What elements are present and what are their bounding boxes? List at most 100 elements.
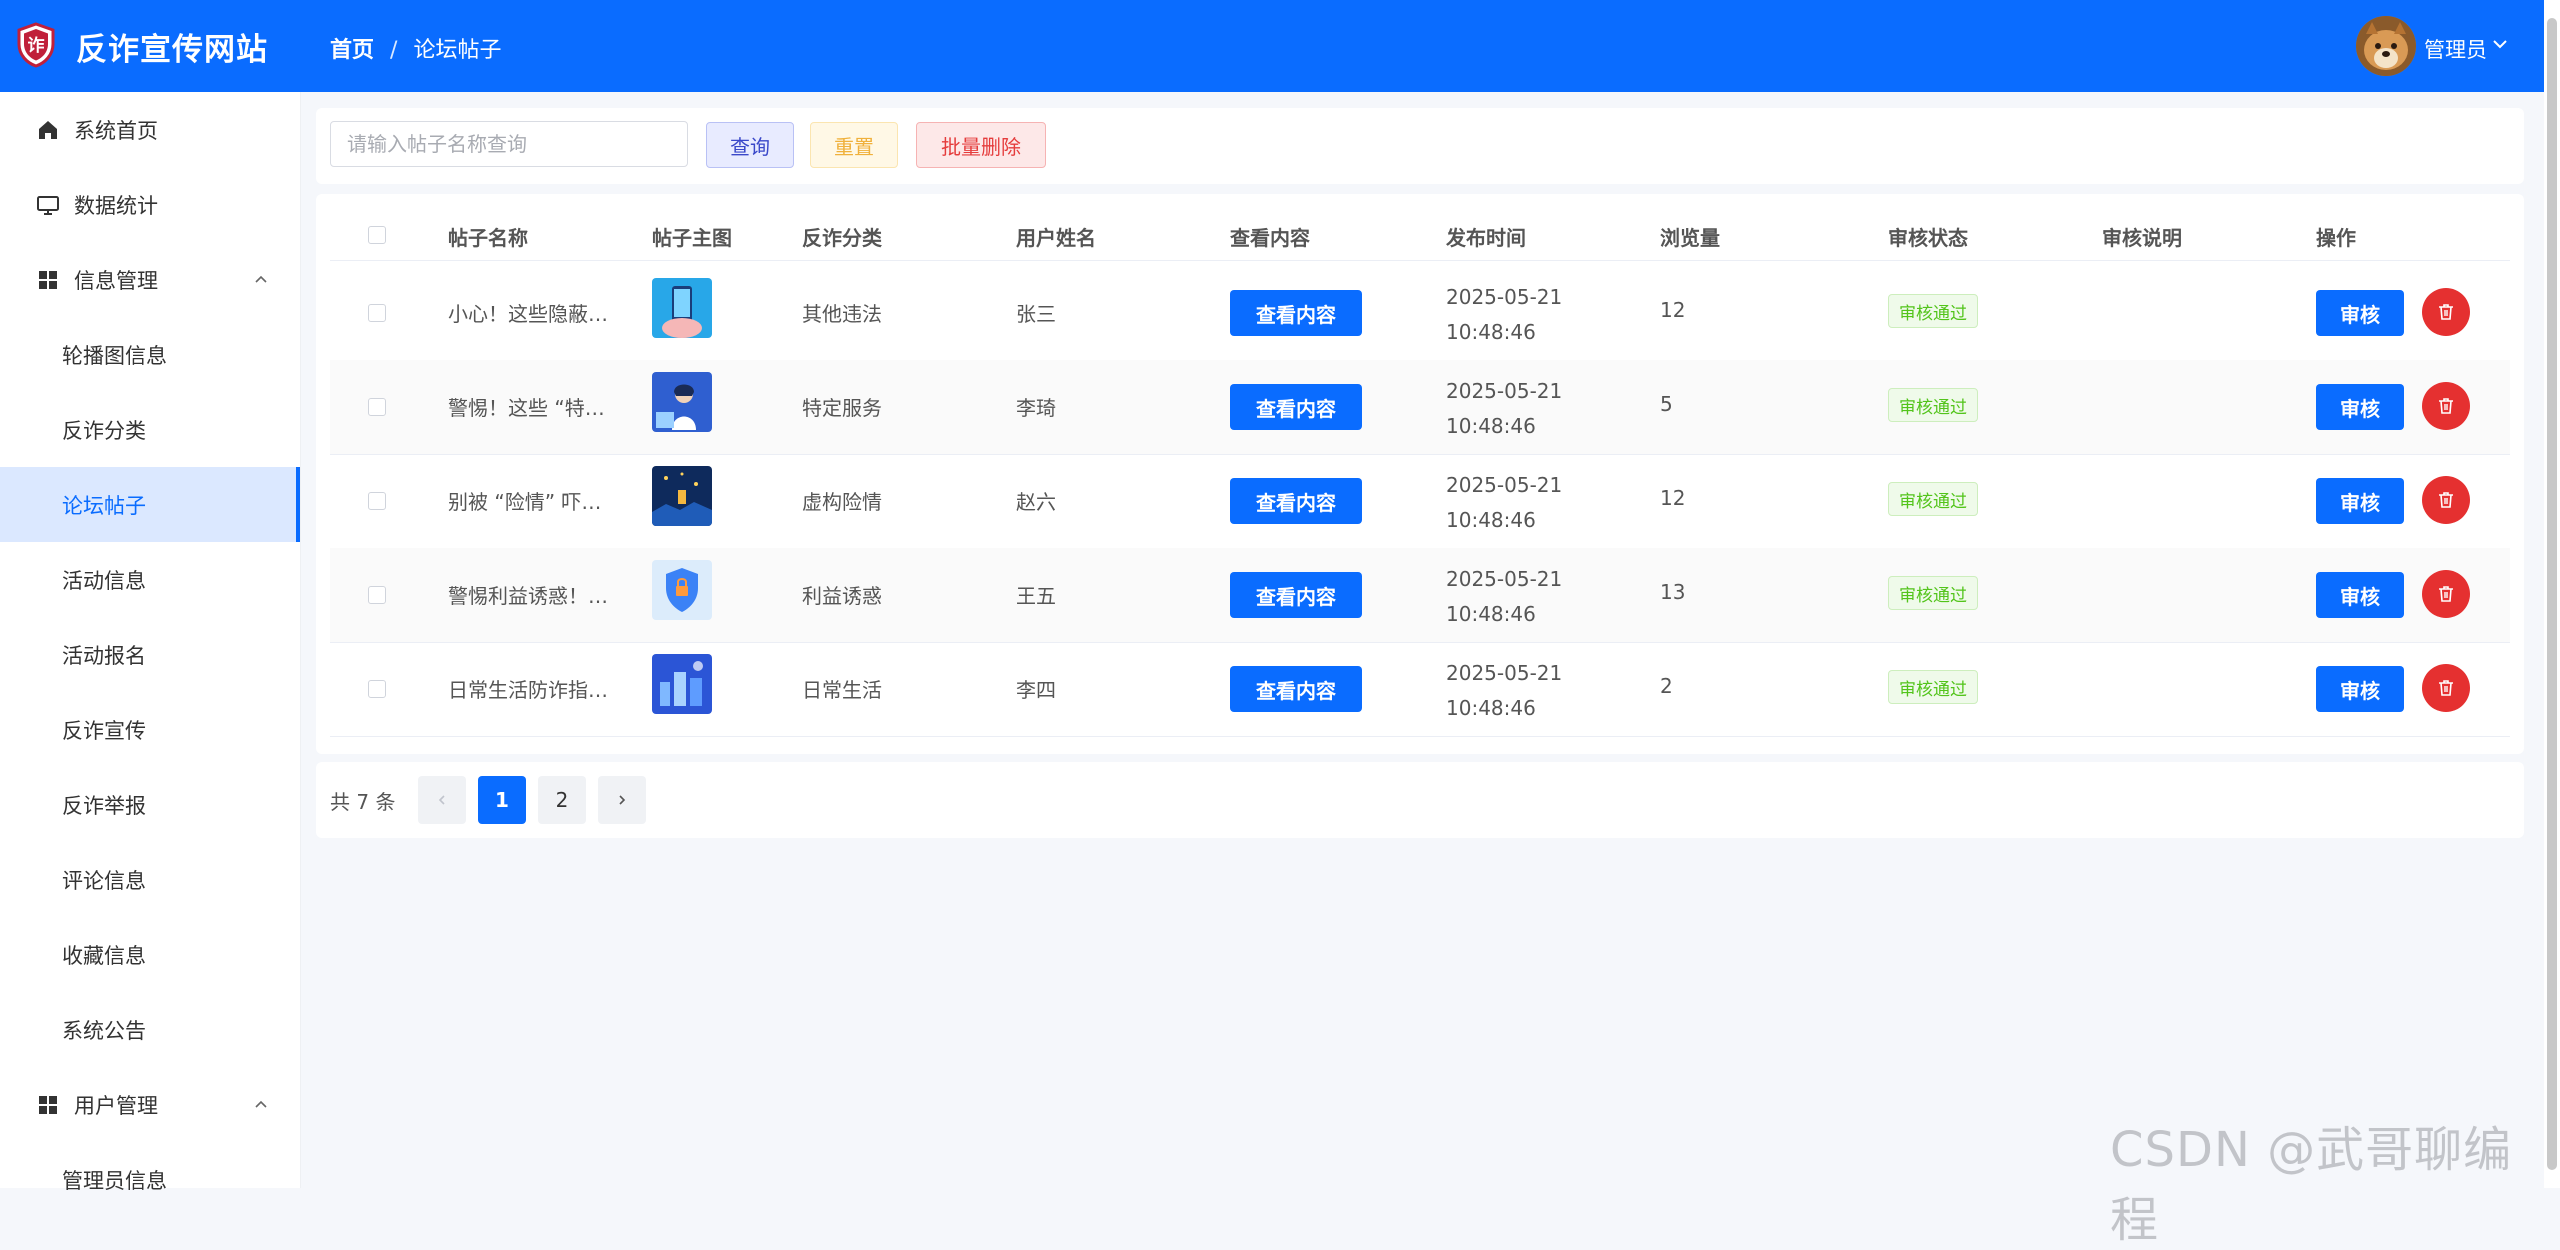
sidebar-item-carousel[interactable]: 轮播图信息 [0,317,300,392]
view-count: 12 [1660,486,1686,510]
next-page-button[interactable] [598,776,646,824]
column-header-audit-status: 审核状态 [1888,226,1968,250]
publish-clock: 10:48:46 [1446,696,1536,720]
post-user: 李琦 [1016,396,1056,420]
sidebar-group-user-management[interactable]: 用户管理 [0,1067,300,1142]
site-title: 反诈宣传网站 [76,32,268,68]
sidebar-group-info-management[interactable]: 信息管理 [0,242,300,317]
sidebar-item-forum-posts[interactable]: 论坛帖子 [0,467,300,542]
audit-button[interactable]: 审核 [2316,290,2404,336]
batch-delete-button[interactable]: 批量删除 [916,122,1046,168]
breadcrumb: 首页 / 论坛帖子 [330,32,501,64]
view-content-button[interactable]: 查看内容 [1230,384,1362,430]
sidebar-item-label: 用户管理 [74,1093,158,1118]
sidebar-item-reports[interactable]: 反诈举报 [0,767,300,842]
page-button-1[interactable]: 1 [478,776,526,824]
delete-button[interactable] [2422,288,2470,336]
sidebar-item-label: 活动信息 [62,568,146,593]
grid-icon [39,1095,57,1114]
chevron-left-icon [438,795,445,805]
monitor-icon [37,195,59,215]
sidebar-item-activities[interactable]: 活动信息 [0,542,300,617]
row-checkbox[interactable] [368,492,386,510]
chevron-down-icon[interactable] [2490,34,2510,54]
publish-clock: 10:48:46 [1446,414,1536,438]
column-header-image: 帖子主图 [652,226,732,250]
sidebar-item-category[interactable]: 反诈分类 [0,392,300,467]
trash-icon [2439,680,2453,696]
view-count: 5 [1660,392,1673,416]
table-header: 帖子名称 帖子主图 反诈分类 用户姓名 查看内容 发布时间 浏览量 审核状态 审… [330,208,2510,261]
sidebar-item-label: 系统公告 [62,1018,146,1043]
row-checkbox[interactable] [368,586,386,604]
publish-time: 2025-05-21 10:48:46 [1446,280,1562,350]
column-header-publish-time: 发布时间 [1446,226,1526,250]
query-button[interactable]: 查询 [706,122,794,168]
column-header-category: 反诈分类 [802,226,882,250]
view-content-button[interactable]: 查看内容 [1230,290,1362,336]
audit-button[interactable]: 审核 [2316,572,2404,618]
post-thumbnail[interactable] [652,278,712,338]
delete-button[interactable] [2422,664,2470,712]
prev-page-button[interactable] [418,776,466,824]
sidebar-item-publicity[interactable]: 反诈宣传 [0,692,300,767]
home-icon [39,120,57,139]
svg-text:诈: 诈 [28,36,45,56]
column-header-post-name: 帖子名称 [448,226,528,250]
audit-button[interactable]: 审核 [2316,666,2404,712]
service-woman-image-icon [652,372,712,432]
post-user: 王五 [1016,584,1056,608]
post-thumbnail[interactable] [652,372,712,432]
delete-button[interactable] [2422,476,2470,524]
post-thumbnail[interactable] [652,466,712,526]
sidebar-item-activity-signup[interactable]: 活动报名 [0,617,300,692]
sidebar-item-label: 轮播图信息 [62,343,167,368]
table-row: 别被 “险情” 吓… 虚构险情 赵六 查看内容 2025-05-21 10:48:… [330,454,2510,549]
audit-button[interactable]: 审核 [2316,384,2404,430]
chevron-right-icon [619,795,626,805]
sidebar-item-label: 反诈举报 [62,793,146,818]
night-scene-image-icon [652,466,712,526]
audit-button[interactable]: 审核 [2316,478,2404,524]
grid-icon [39,270,57,289]
view-content-button[interactable]: 查看内容 [1230,666,1362,712]
delete-button[interactable] [2422,382,2470,430]
view-content-button[interactable]: 查看内容 [1230,572,1362,618]
post-thumbnail[interactable] [652,560,712,620]
publish-clock: 10:48:46 [1446,602,1536,626]
sidebar-item-label: 评论信息 [62,868,146,893]
delete-button[interactable] [2422,570,2470,618]
sidebar-item-home[interactable]: 系统首页 [0,92,300,167]
post-name: 警惕利益诱惑！… [448,584,608,608]
avatar[interactable] [2356,16,2416,76]
row-checkbox[interactable] [368,304,386,322]
sidebar-item-favorites[interactable]: 收藏信息 [0,917,300,992]
select-all-checkbox[interactable] [368,226,386,244]
search-toolbar: 查询 重置 批量删除 [316,108,2524,184]
column-header-views: 浏览量 [1660,226,1720,250]
sidebar-item-announcements[interactable]: 系统公告 [0,992,300,1067]
scrollbar-thumb[interactable] [2547,18,2557,1170]
view-count: 12 [1660,298,1686,322]
sidebar-item-admin-info[interactable]: 管理员信息 [0,1142,300,1217]
city-digital-image-icon [652,654,712,714]
reset-button[interactable]: 重置 [810,122,898,168]
post-thumbnail[interactable] [652,654,712,714]
view-count: 13 [1660,580,1686,604]
post-user: 张三 [1016,302,1056,326]
view-content-button[interactable]: 查看内容 [1230,478,1362,524]
top-header: 诈 反诈宣传网站 首页 / 论坛帖子 管理员 [0,0,2544,92]
publish-clock: 10:48:46 [1446,320,1536,344]
page-button-2[interactable]: 2 [538,776,586,824]
row-checkbox[interactable] [368,680,386,698]
sidebar-item-statistics[interactable]: 数据统计 [0,167,300,242]
sidebar-item-comments[interactable]: 评论信息 [0,842,300,917]
page-scrollbar[interactable] [2544,0,2560,1188]
trash-icon [2439,586,2453,602]
post-name-search-input[interactable] [330,121,688,167]
status-badge: 审核通过 [1888,576,1978,610]
admin-user-name[interactable]: 管理员 [2424,34,2487,64]
row-checkbox[interactable] [368,398,386,416]
breadcrumb-home[interactable]: 首页 [330,38,374,63]
post-name: 别被 “险情” 吓… [448,490,602,514]
